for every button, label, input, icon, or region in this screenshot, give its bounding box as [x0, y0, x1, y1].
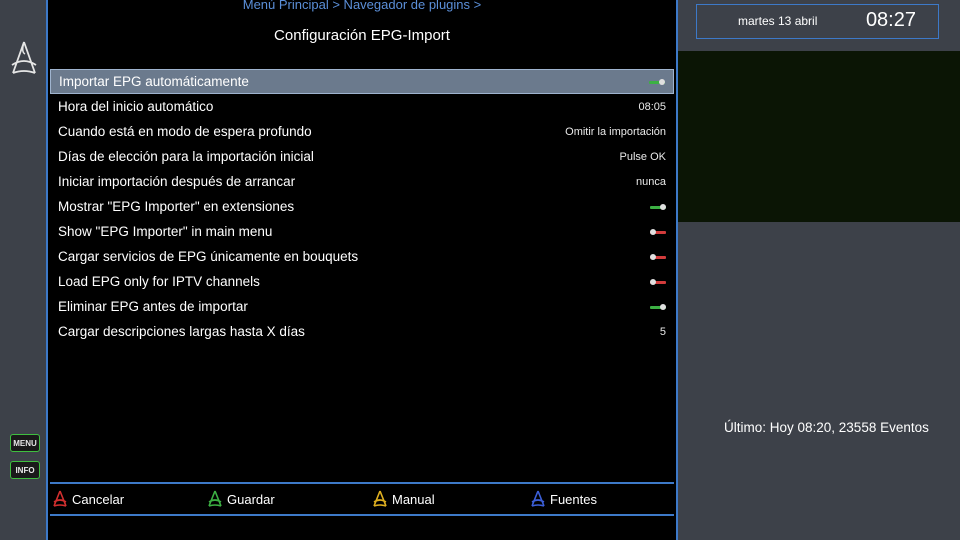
sources-button[interactable]: Fuentes: [530, 490, 597, 508]
setting-label: Mostrar "EPG Importer" en extensiones: [58, 199, 295, 214]
save-button[interactable]: Guardar: [207, 490, 275, 508]
setting-label: Cargar servicios de EPG únicamente en bo…: [58, 249, 359, 264]
setting-value: nunca: [636, 175, 666, 188]
setting-row[interactable]: Iniciar importación después de arrancar n…: [50, 169, 674, 194]
setting-row[interactable]: Load EPG only for IPTV channels: [50, 269, 674, 294]
current-time: 08:27: [865, 9, 916, 31]
sources-button-label: Fuentes: [550, 491, 597, 507]
setting-label: Hora del inicio automático: [58, 99, 214, 114]
current-date: martes 13 abril: [738, 14, 818, 28]
openatv-logo-icon: [11, 41, 37, 74]
green-key-icon: [208, 490, 222, 507]
toggle-on-icon[interactable]: [649, 78, 665, 85]
cancel-button[interactable]: Cancelar: [52, 490, 124, 508]
setting-row[interactable]: Show "EPG Importer" in main menu: [50, 219, 674, 244]
video-preview: [678, 51, 960, 222]
setting-row[interactable]: Días de elección para la importación ini…: [50, 144, 674, 169]
menu-key-button[interactable]: MENU: [10, 434, 40, 452]
red-key-icon: [53, 490, 67, 507]
footer-divider-bottom: [50, 514, 674, 516]
setting-label: Cuando está en modo de espera profundo: [58, 124, 312, 139]
toggle-off-icon[interactable]: [650, 253, 666, 260]
toggle-off-icon[interactable]: [650, 278, 666, 285]
yellow-key-icon: [373, 490, 387, 507]
toggle-on-icon[interactable]: [650, 203, 666, 210]
setting-value: 5: [659, 325, 666, 338]
manual-button-label: Manual: [392, 491, 435, 507]
cancel-button-label: Cancelar: [72, 491, 125, 507]
info-panel: [678, 222, 960, 540]
setting-label: Importar EPG automáticamente: [59, 74, 249, 89]
setting-value: Omitir la importación: [565, 125, 666, 138]
info-key-button[interactable]: INFO: [10, 461, 40, 479]
last-import-status: Último: Hoy 08:20, 23558 Eventos: [724, 420, 929, 435]
left-sidebar: MENU INFO: [0, 0, 46, 540]
setting-label: Iniciar importación después de arrancar: [58, 174, 296, 189]
setting-label: Días de elección para la importación ini…: [58, 149, 314, 164]
toggle-off-icon[interactable]: [650, 228, 666, 235]
setting-row[interactable]: Mostrar "EPG Importer" en extensiones: [50, 194, 674, 219]
setting-label: Cargar descripciones largas hasta X días: [58, 324, 305, 339]
setting-row[interactable]: Eliminar EPG antes de importar: [50, 294, 674, 319]
setting-row[interactable]: Cuando está en modo de espera profundo Om…: [50, 119, 674, 144]
setting-label: Show "EPG Importer" in main menu: [58, 224, 273, 239]
setting-row[interactable]: Hora del inicio automático 08:05: [50, 94, 674, 119]
breadcrumb: Menú Principal > Navegador de plugins >: [242, 0, 482, 12]
settings-panel: Menú Principal > Navegador de plugins > …: [46, 0, 678, 540]
setting-row[interactable]: Importar EPG automáticamente: [50, 69, 674, 94]
setting-label: Load EPG only for IPTV channels: [58, 274, 260, 289]
save-button-label: Guardar: [227, 491, 275, 507]
footer-divider: [50, 482, 674, 484]
toggle-on-icon[interactable]: [650, 303, 666, 310]
setting-label: Eliminar EPG antes de importar: [58, 299, 248, 314]
setting-value: Pulse OK: [619, 150, 666, 163]
setting-value: 08:05: [638, 100, 666, 113]
clock-box: martes 13 abril 08:27: [696, 4, 939, 39]
page-title: Configuración EPG-Import: [274, 27, 450, 44]
manual-button[interactable]: Manual: [372, 490, 435, 508]
settings-list: Importar EPG automáticamente Hora del ini…: [50, 69, 674, 344]
blue-key-icon: [531, 490, 545, 507]
setting-row[interactable]: Cargar descripciones largas hasta X días…: [50, 319, 674, 344]
setting-row[interactable]: Cargar servicios de EPG únicamente en bo…: [50, 244, 674, 269]
